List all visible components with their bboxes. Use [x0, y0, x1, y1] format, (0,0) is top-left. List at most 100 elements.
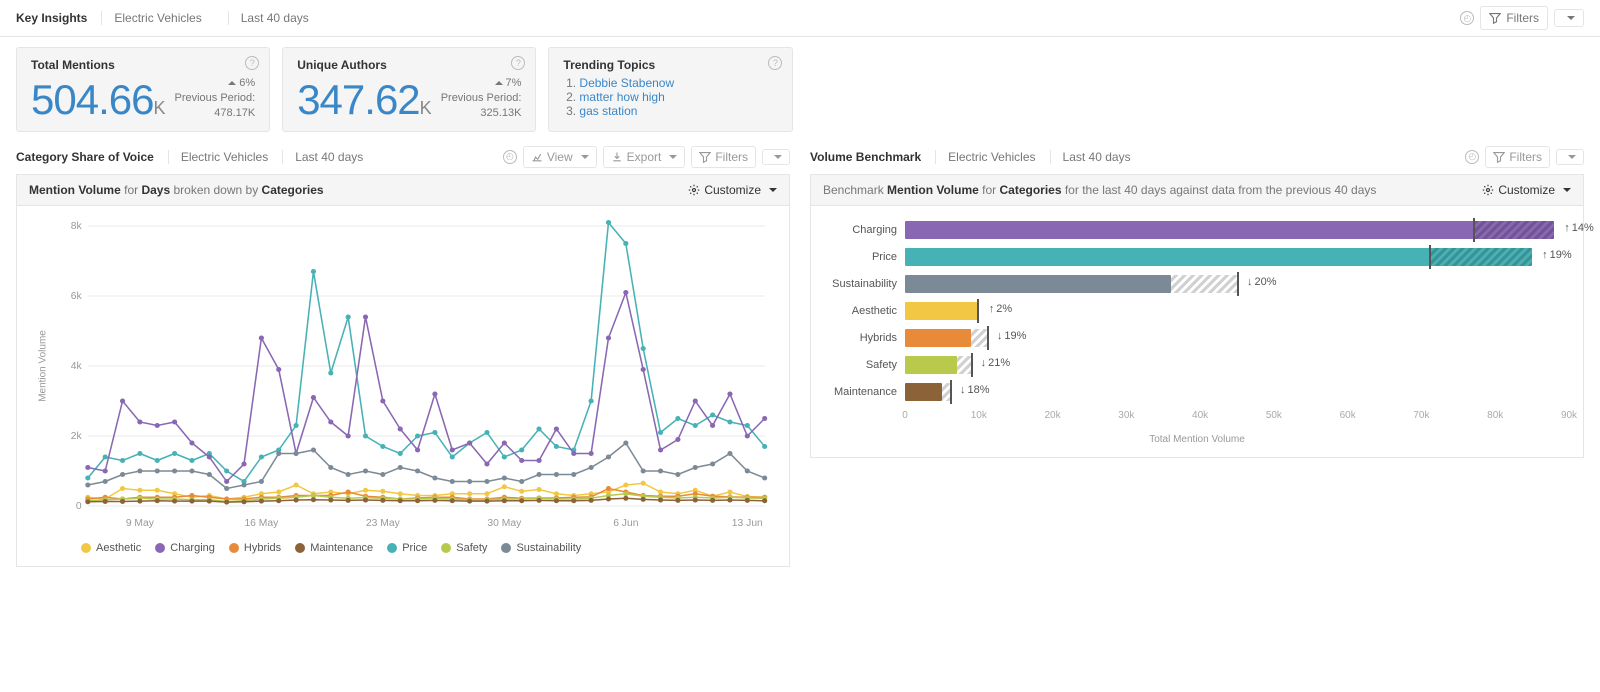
breadcrumb: Electric Vehicles [101, 11, 213, 25]
benchmark-row: Sustainability ↓20% [825, 275, 1569, 293]
clock-icon[interactable]: ◴ [503, 150, 517, 164]
benchmark-row: Aesthetic ↑2% [825, 302, 1569, 320]
delta: 7% [441, 76, 522, 91]
benchmark-label: Maintenance [825, 386, 905, 398]
delta: 6% [174, 76, 255, 91]
legend-swatch [229, 543, 239, 553]
legend-item[interactable]: Charging [155, 542, 215, 554]
legend-label: Price [402, 542, 427, 554]
legend-item[interactable]: Sustainability [501, 542, 581, 554]
legend-swatch [441, 543, 451, 553]
delta-label: ↑19% [1538, 249, 1572, 261]
svg-text:13 Jun: 13 Jun [732, 518, 763, 529]
svg-text:6k: 6k [71, 291, 83, 302]
legend-swatch [295, 543, 305, 553]
chart-subtitle: Mention Volume for Days broken down by C… [16, 174, 790, 206]
customize-button[interactable]: Customize [1482, 183, 1571, 197]
summary-cards: ? Total Mentions 504.66K 6% Previous Per… [0, 37, 1600, 142]
benchmark-x-label: Total Mention Volume [825, 434, 1569, 445]
legend-item[interactable]: Price [387, 542, 427, 554]
download-icon [611, 151, 623, 163]
benchmark-bar: ↓19% [905, 329, 1569, 347]
unique-authors-card: ? Unique Authors 347.62K 7% Previous Per… [282, 47, 536, 132]
benchmark-label: Sustainability [825, 278, 905, 290]
svg-text:9 May: 9 May [126, 518, 155, 529]
trending-link[interactable]: matter how high [579, 90, 664, 104]
benchmark-label: Safety [825, 359, 905, 371]
clock-icon[interactable]: ◴ [1460, 11, 1474, 25]
card-label: Total Mentions [31, 58, 255, 72]
trending-link[interactable]: gas station [579, 104, 637, 118]
svg-text:30 May: 30 May [487, 518, 522, 529]
benchmark-row: Safety ↓21% [825, 356, 1569, 374]
card-label: Trending Topics [563, 58, 778, 72]
legend-item[interactable]: Hybrids [229, 542, 281, 554]
export-button[interactable]: Export [603, 146, 686, 168]
legend-swatch [387, 543, 397, 553]
card-label: Unique Authors [297, 58, 521, 72]
breadcrumb: Electric Vehicles [935, 150, 1035, 164]
svg-text:8k: 8k [71, 221, 83, 232]
benchmark-bar: ↓18% [905, 383, 1569, 401]
gear-icon [1482, 184, 1494, 196]
info-icon[interactable]: ? [245, 56, 259, 70]
legend-swatch [155, 543, 165, 553]
breadcrumb: Electric Vehicles [168, 150, 268, 164]
total-mentions-card: ? Total Mentions 504.66K 6% Previous Per… [16, 47, 270, 132]
trending-link[interactable]: Debbie Stabenow [579, 76, 674, 90]
svg-text:23 May: 23 May [366, 518, 401, 529]
benchmark-label: Hybrids [825, 332, 905, 344]
funnel-icon [1493, 151, 1505, 163]
overflow-chevron[interactable] [1556, 149, 1584, 165]
filters-button[interactable]: Filters [1485, 146, 1550, 168]
page-title: Key Insights [16, 11, 87, 25]
share-of-voice-section: Category Share of Voice Electric Vehicle… [16, 142, 790, 567]
svg-text:0: 0 [76, 501, 82, 512]
share-of-voice-chart: 0 2k 4k 6k 8k 9 May 16 May 23 May 30 May 6 Jun 13 … [31, 216, 775, 536]
benchmark-label: Price [825, 251, 905, 263]
section-title: Volume Benchmark [810, 150, 921, 164]
chart-legend: Aesthetic Charging Hybrids Maintenance Price… [31, 536, 775, 554]
volume-benchmark-chart: Charging ↑14% Price ↑19% Sustainability … [810, 206, 1584, 458]
legend-label: Sustainability [516, 542, 581, 554]
delta-label: ↓21% [977, 357, 1011, 369]
benchmark-bar: ↑2% [905, 302, 1569, 320]
svg-text:16 May: 16 May [244, 518, 279, 529]
clock-icon[interactable]: ◴ [1465, 150, 1479, 164]
svg-text:Mention Volume: Mention Volume [37, 329, 48, 401]
unique-authors-value: 347.62K [297, 79, 430, 121]
chart-subtitle: Benchmark Mention Volume for Categories … [810, 174, 1584, 206]
benchmark-row: Charging ↑14% [825, 221, 1569, 239]
svg-text:4k: 4k [71, 361, 83, 372]
benchmark-bar: ↑19% [905, 248, 1569, 266]
chart-icon [531, 151, 543, 163]
legend-swatch [501, 543, 511, 553]
filters-button[interactable]: Filters [691, 146, 756, 168]
info-icon[interactable]: ? [511, 56, 525, 70]
benchmark-x-axis: 010k20k30k40k50k60k70k80k90k [905, 410, 1569, 428]
legend-item[interactable]: Aesthetic [81, 542, 141, 554]
overflow-chevron[interactable] [762, 149, 790, 165]
legend-item[interactable]: Safety [441, 542, 487, 554]
funnel-icon [1489, 12, 1501, 24]
legend-label: Aesthetic [96, 542, 141, 554]
legend-item[interactable]: Maintenance [295, 542, 373, 554]
svg-text:6 Jun: 6 Jun [613, 518, 638, 529]
delta-label: ↑2% [985, 303, 1012, 315]
customize-button[interactable]: Customize [688, 183, 777, 197]
breadcrumb: Last 40 days [282, 150, 363, 164]
funnel-icon [699, 151, 711, 163]
filters-button[interactable]: Filters [1480, 6, 1548, 30]
breadcrumb: Last 40 days [228, 11, 321, 25]
key-insights-header: Key Insights Electric Vehicles Last 40 d… [0, 0, 1600, 37]
trending-list: Debbie Stabenow matter how high gas stat… [563, 76, 778, 118]
delta-label: ↓20% [1243, 276, 1277, 288]
delta-label: ↓18% [956, 384, 990, 396]
view-button[interactable]: View [523, 146, 597, 168]
overflow-chevron[interactable] [1554, 9, 1584, 27]
trending-topics-card: ? Trending Topics Debbie Stabenow matter… [548, 47, 793, 132]
info-icon[interactable]: ? [768, 56, 782, 70]
legend-swatch [81, 543, 91, 553]
svg-text:2k: 2k [71, 431, 83, 442]
legend-label: Maintenance [310, 542, 373, 554]
